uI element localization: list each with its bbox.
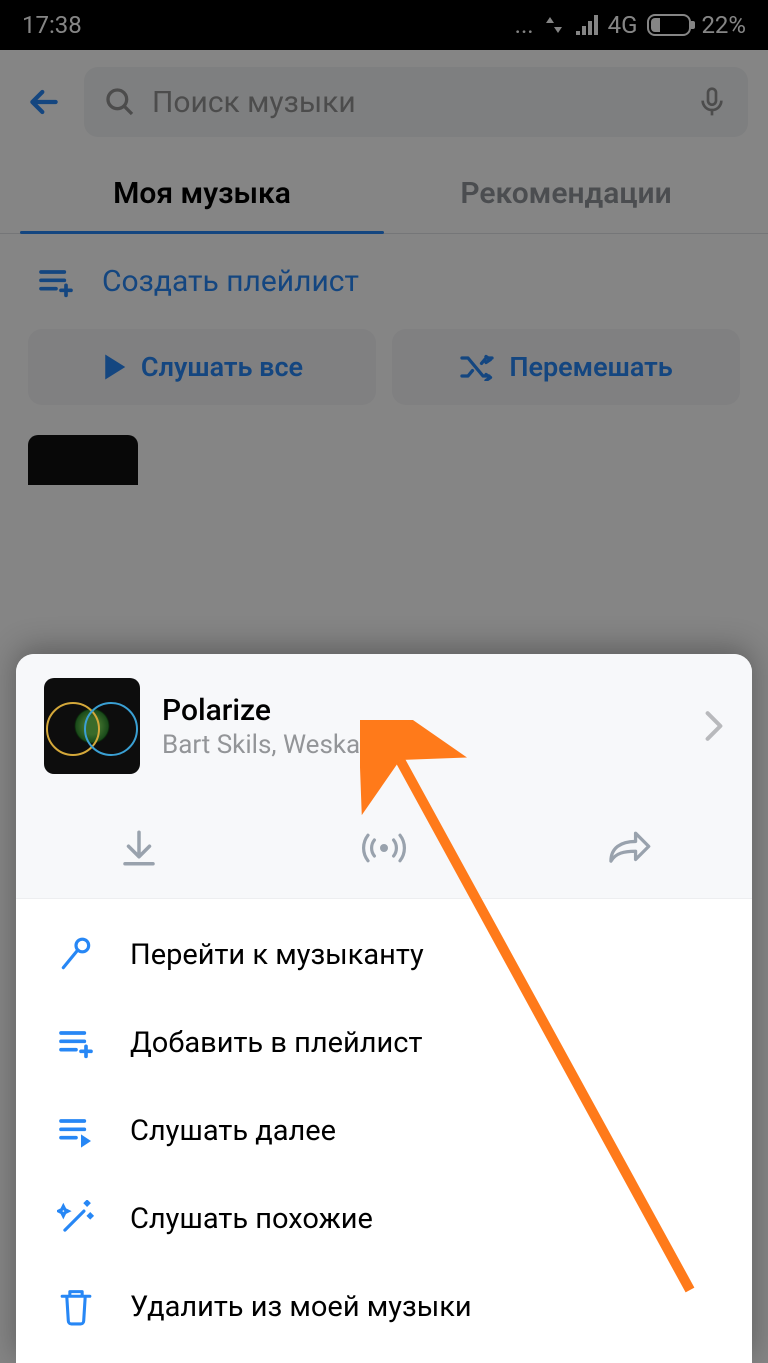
track-header[interactable]: Polarize Bart Skils, Weska (16, 654, 752, 798)
share-button[interactable] (507, 798, 752, 898)
menu-go-to-artist[interactable]: Перейти к музыканту (16, 911, 752, 999)
menu-play-similar[interactable]: Слушать похожие (16, 1175, 752, 1263)
mic-artist-icon (57, 936, 95, 974)
menu-list: Перейти к музыканту Добавить в плейлист … (16, 899, 752, 1363)
track-info: Polarize Bart Skils, Weska (162, 693, 682, 760)
track-title: Polarize (162, 693, 682, 728)
album-art (44, 678, 140, 774)
broadcast-icon (360, 828, 408, 868)
menu-add-to-playlist[interactable]: Добавить в плейлист (16, 999, 752, 1087)
menu-label: Слушать далее (130, 1114, 336, 1148)
menu-play-next[interactable]: Слушать далее (16, 1087, 752, 1175)
menu-label: Перейти к музыканту (130, 938, 424, 972)
play-next-icon (56, 1114, 96, 1148)
broadcast-button[interactable] (261, 798, 506, 898)
menu-label: Удалить из моей музыки (130, 1290, 472, 1324)
magic-wand-icon (57, 1200, 95, 1238)
share-icon (606, 828, 652, 868)
track-artist: Bart Skils, Weska (162, 730, 682, 760)
bottom-sheet: Polarize Bart Skils, Weska Перейти к муз… (16, 654, 752, 1363)
quick-actions-row (16, 798, 752, 899)
chevron-right-icon (704, 710, 724, 742)
trash-icon (58, 1287, 94, 1327)
download-button[interactable] (16, 798, 261, 898)
download-icon (118, 827, 160, 869)
menu-label: Слушать похожие (130, 1202, 373, 1236)
menu-delete[interactable]: Удалить из моей музыки (16, 1263, 752, 1351)
menu-label: Добавить в плейлист (130, 1026, 422, 1060)
playlist-add-icon (56, 1026, 96, 1060)
